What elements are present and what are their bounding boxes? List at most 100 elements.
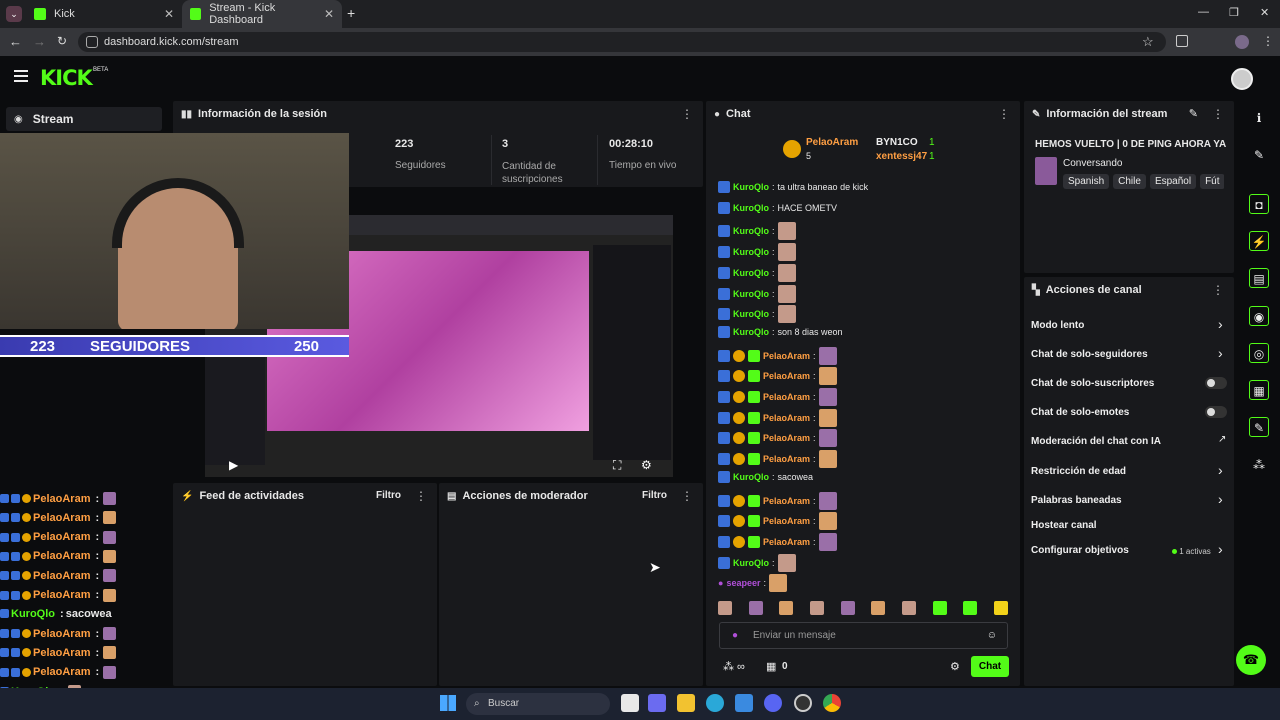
chat-username[interactable]: KuroQlo [733, 247, 769, 257]
close-tab-icon[interactable]: ✕ [324, 7, 334, 21]
channel-action-item[interactable]: Moderación del chat con IA [1031, 436, 1161, 447]
edit-icon[interactable]: ✎ [1189, 107, 1198, 120]
chat-username[interactable]: PelaoAram [763, 537, 810, 547]
chat-username[interactable]: seapeer [726, 578, 760, 588]
obs-icon[interactable] [794, 694, 812, 712]
user-avatar[interactable] [1231, 68, 1253, 90]
fullscreen-icon[interactable]: ⛶ [613, 458, 621, 473]
profile-avatar-icon[interactable] [1235, 35, 1249, 49]
channel-action-item[interactable]: Configurar objetivos [1031, 545, 1129, 556]
forward-icon[interactable]: → [33, 34, 46, 49]
toggle-switch[interactable] [1205, 406, 1227, 418]
external-link-icon[interactable]: ↗ [1218, 434, 1226, 445]
emote-icon[interactable] [901, 601, 916, 615]
support-button[interactable]: ☎ [1236, 645, 1266, 675]
discord-icon[interactable] [764, 694, 782, 712]
list-icon[interactable]: ▤ [1249, 268, 1269, 288]
chevron-right-icon[interactable]: › [1218, 541, 1223, 557]
mic-icon[interactable]: ● [732, 623, 738, 648]
chat-input[interactable]: ● Enviar un mensaje ☺ [719, 622, 1008, 649]
channel-action-item[interactable]: Chat de solo-emotes [1031, 407, 1129, 418]
chat-username[interactable]: KuroQlo [733, 268, 769, 278]
tag[interactable]: Spanish [1063, 174, 1110, 189]
toggle-switch[interactable] [1205, 377, 1227, 389]
close-window-button[interactable]: ✕ [1260, 6, 1269, 19]
bot-icon[interactable]: ◘ [1249, 194, 1269, 214]
chrome-icon[interactable] [823, 694, 841, 712]
chevron-right-icon[interactable]: › [1218, 462, 1223, 478]
chat-username[interactable]: KuroQlo [733, 182, 769, 192]
more-options-icon[interactable]: ⋮ [998, 107, 1010, 121]
minimize-button[interactable]: — [1198, 6, 1209, 18]
send-chat-button[interactable]: Chat [971, 656, 1009, 677]
chat-username[interactable]: KuroQlo [733, 289, 769, 299]
edge-icon[interactable] [706, 694, 724, 712]
activity-filter-button[interactable]: Filtro [376, 490, 401, 501]
chat-username[interactable]: KuroQlo [733, 558, 769, 568]
play-icon[interactable]: ▶ [229, 458, 238, 472]
channel-action-item[interactable]: Palabras baneadas [1031, 495, 1122, 506]
back-icon[interactable]: ← [9, 34, 22, 49]
chat-username[interactable]: PelaoAram [763, 496, 810, 506]
chat-username[interactable]: PelaoAram [763, 454, 810, 464]
emote-icon[interactable] [748, 601, 763, 615]
emote-icon[interactable] [871, 601, 886, 615]
emote-icon[interactable] [963, 601, 978, 615]
emote-icon[interactable] [993, 601, 1008, 615]
settings-icon[interactable]: ⚙ [641, 458, 652, 472]
broadcast-icon[interactable]: ◎ [1249, 343, 1269, 363]
emoji-icon[interactable]: ☺ [987, 623, 997, 648]
more-options-icon[interactable]: ⋮ [1212, 283, 1224, 297]
channel-action-item[interactable]: Hostear canal [1031, 520, 1097, 531]
emote-icon[interactable] [718, 601, 732, 615]
chat-username[interactable]: PelaoAram [763, 371, 810, 381]
kick-logo[interactable]: KICK [40, 66, 93, 90]
emote-icon[interactable] [932, 601, 947, 615]
channel-action-item[interactable]: Chat de solo-seguidores [1031, 349, 1148, 360]
task-view-icon[interactable] [621, 694, 639, 712]
tab-list-icon[interactable]: ⌄ [6, 6, 22, 22]
hamburger-menu-icon[interactable] [14, 70, 28, 82]
chevron-right-icon[interactable]: › [1218, 491, 1223, 507]
emote-icon[interactable] [779, 601, 794, 615]
tab-dashboard[interactable]: Stream - Kick Dashboard ✕ [182, 0, 342, 28]
tag[interactable]: Chile [1113, 174, 1146, 189]
pinned-user-1[interactable]: PelaoAram [806, 137, 858, 148]
emote-icon[interactable] [809, 601, 824, 615]
windows-start-icon[interactable] [440, 695, 456, 711]
channel-points-icon[interactable]: ⁂ ∞ [723, 660, 745, 673]
bookmark-star-icon[interactable]: ☆ [1142, 34, 1154, 50]
more-options-icon[interactable]: ⋮ [681, 107, 693, 121]
tag[interactable]: Español [1149, 174, 1197, 189]
url-bar[interactable]: dashboard.kick.com/stream [78, 32, 1166, 52]
emote-icon[interactable] [840, 601, 855, 615]
chat-icon[interactable]: ◉ [1249, 306, 1269, 326]
chat-username[interactable]: PelaoAram [763, 516, 810, 526]
chat-username[interactable]: KuroQlo [733, 226, 769, 236]
chevron-right-icon[interactable]: › [1218, 345, 1223, 361]
chat-username[interactable]: KuroQlo [733, 327, 769, 337]
taskbar-search[interactable]: ⌕ Buscar [466, 693, 610, 715]
close-tab-icon[interactable]: ✕ [164, 7, 174, 21]
reload-icon[interactable]: ↻ [57, 34, 67, 48]
maximize-button[interactable]: ❐ [1229, 6, 1239, 19]
store-icon[interactable] [735, 694, 753, 712]
extensions-icon[interactable] [1176, 35, 1188, 47]
sidebar-item-stream[interactable]: ◉ Stream [6, 107, 162, 131]
channel-action-item[interactable]: Chat de solo-suscriptores [1031, 378, 1154, 389]
chat-username[interactable]: KuroQlo [733, 472, 769, 482]
more-options-icon[interactable]: ⋮ [681, 489, 693, 503]
more-options-icon[interactable]: ⋮ [1212, 107, 1224, 121]
file-explorer-icon[interactable] [677, 694, 695, 712]
lightning-icon[interactable]: ⚡ [1249, 231, 1269, 251]
info-icon[interactable]: ℹ [1249, 108, 1269, 128]
channel-action-item[interactable]: Restricción de edad [1031, 466, 1126, 477]
channel-action-item[interactable]: Modo lento [1031, 320, 1084, 331]
layout-icon[interactable]: ▦ [1249, 380, 1269, 400]
site-info-icon[interactable] [86, 36, 98, 48]
chat-username[interactable]: PelaoAram [763, 433, 810, 443]
new-tab-button[interactable]: + [347, 5, 355, 21]
chat-username[interactable]: PelaoAram [763, 392, 810, 402]
chat-username[interactable]: KuroQlo [733, 309, 769, 319]
pinned-user-3[interactable]: xentessj47 [876, 151, 927, 162]
